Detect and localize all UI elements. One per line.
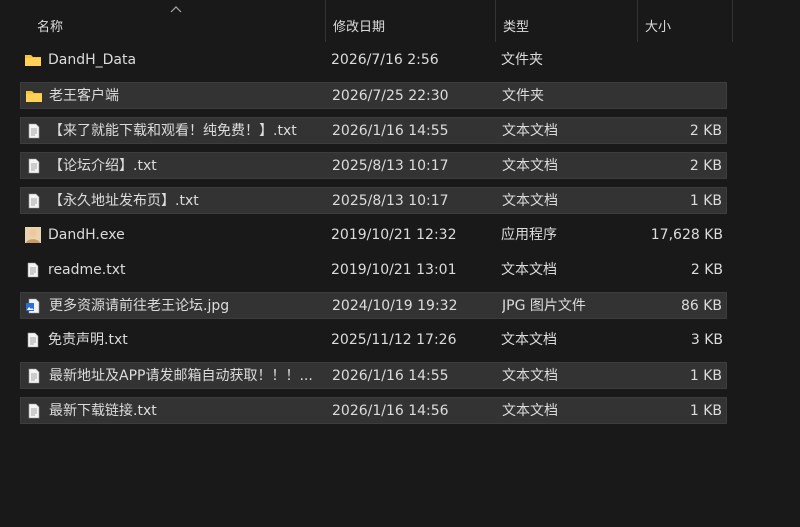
image-file-icon — [25, 298, 43, 314]
app-icon — [24, 227, 42, 243]
column-name-label: 名称 — [37, 20, 64, 35]
file-name: 【来了就能下载和观看！纯免费！】.txt — [49, 123, 297, 139]
file-name: 老王客户端 — [49, 88, 119, 104]
column-date-label: 修改日期 — [333, 20, 386, 35]
column-size-label: 大小 — [645, 20, 672, 35]
file-size: 2 KB — [690, 262, 723, 278]
file-size: 3 KB — [690, 332, 723, 348]
file-name: readme.txt — [48, 262, 126, 278]
column-header-type[interactable]: 类型 — [495, 0, 637, 42]
file-name: 免责声明.txt — [48, 332, 128, 348]
file-size: 2 KB — [689, 123, 722, 139]
file-row[interactable]: DandH_Data 2026/7/16 2:56 文件夹 — [20, 47, 727, 74]
file-type: 文本文档 — [501, 262, 557, 278]
file-date: 2026/7/16 2:56 — [331, 52, 439, 68]
column-header-size[interactable]: 大小 — [637, 0, 733, 42]
column-header: 名称 修改日期 类型 大小 — [0, 0, 800, 42]
file-size — [623, 47, 723, 74]
file-row[interactable]: 老王客户端 2026/7/25 22:30 文件夹 — [20, 82, 727, 109]
file-date: 2019/10/21 13:01 — [331, 262, 457, 278]
column-header-date[interactable]: 修改日期 — [325, 0, 495, 42]
file-date: 2025/8/13 10:17 — [332, 158, 449, 174]
file-row[interactable]: readme.txt 2019/10/21 13:01 文本文档 2 KB — [20, 257, 727, 284]
file-date: 2026/1/16 14:55 — [332, 123, 449, 139]
file-size — [622, 83, 722, 110]
text-file-icon — [25, 368, 43, 384]
file-date: 2019/10/21 12:32 — [331, 227, 457, 243]
file-type: 文本文档 — [502, 123, 558, 139]
file-type: 应用程序 — [501, 227, 557, 243]
file-date: 2026/1/16 14:55 — [332, 368, 449, 384]
folder-icon — [24, 52, 42, 68]
file-type: 文件夹 — [502, 88, 544, 104]
file-date: 2024/10/19 19:32 — [332, 298, 458, 314]
file-type: 文本文档 — [502, 158, 558, 174]
text-file-icon — [24, 262, 42, 278]
file-date: 2025/8/13 10:17 — [332, 193, 449, 209]
file-row[interactable]: DandH.exe 2019/10/21 12:32 应用程序 17,628 KB — [20, 222, 727, 249]
file-type: 文本文档 — [502, 368, 558, 384]
file-row[interactable]: 【永久地址发布页】.txt 2025/8/13 10:17 文本文档 1 KB — [20, 187, 727, 214]
file-size: 1 KB — [689, 193, 722, 209]
file-row[interactable]: 免责声明.txt 2025/11/12 17:26 文本文档 3 KB — [20, 327, 727, 354]
file-size: 1 KB — [689, 403, 722, 419]
column-type-label: 类型 — [503, 20, 530, 35]
file-date: 2025/11/12 17:26 — [331, 332, 457, 348]
file-type: 文本文档 — [501, 332, 557, 348]
sort-ascending-icon — [170, 6, 182, 13]
folder-icon — [25, 88, 43, 104]
file-date: 2026/1/16 14:56 — [332, 403, 449, 419]
file-size: 17,628 KB — [650, 227, 723, 243]
file-name: 更多资源请前往老王论坛.jpg — [49, 298, 230, 314]
text-file-icon — [25, 193, 43, 209]
file-row[interactable]: 最新地址及APP请发邮箱自动获取！！！... 2026/1/16 14:55 文本文… — [20, 362, 727, 389]
file-row[interactable]: 【论坛介绍】.txt 2025/8/13 10:17 文本文档 2 KB — [20, 152, 727, 179]
file-type: JPG 图片文件 — [502, 298, 586, 314]
file-size: 86 KB — [680, 298, 722, 314]
file-name: 【论坛介绍】.txt — [49, 158, 157, 174]
file-row[interactable]: 【来了就能下载和观看！纯免费！】.txt 2026/1/16 14:55 文本文档 2… — [20, 117, 727, 144]
file-type: 文本文档 — [502, 403, 558, 419]
file-name: 最新地址及APP请发邮箱自动获取！！！... — [49, 368, 313, 384]
text-file-icon — [25, 123, 43, 139]
text-file-icon — [24, 332, 42, 348]
file-type: 文本文档 — [502, 193, 558, 209]
file-size: 1 KB — [689, 368, 722, 384]
file-name: 最新下载链接.txt — [49, 403, 157, 419]
text-file-icon — [25, 158, 43, 174]
file-type: 文件夹 — [501, 52, 543, 68]
file-row[interactable]: 更多资源请前往老王论坛.jpg 2024/10/19 19:32 JPG 图片文件 8… — [20, 292, 727, 319]
file-size: 2 KB — [689, 158, 722, 174]
file-row[interactable]: 最新下载链接.txt 2026/1/16 14:56 文本文档 1 KB — [20, 397, 727, 424]
file-name: 【永久地址发布页】.txt — [49, 193, 199, 209]
file-date: 2026/7/25 22:30 — [332, 88, 449, 104]
text-file-icon — [25, 403, 43, 419]
file-name: DandH.exe — [48, 227, 125, 243]
file-name: DandH_Data — [48, 52, 137, 68]
